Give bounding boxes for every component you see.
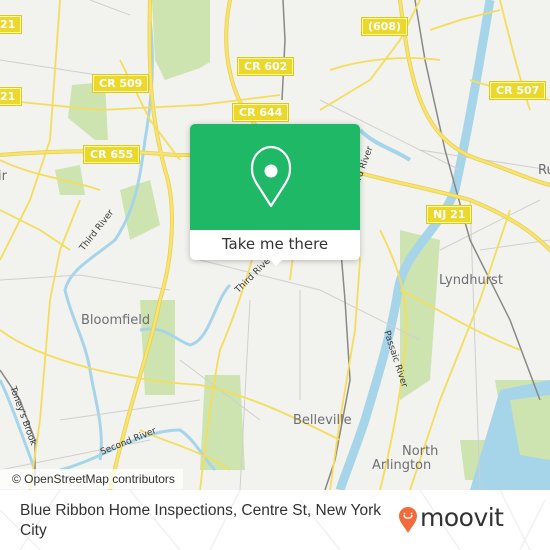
road-shield-cr-509: CR 509 — [91, 74, 150, 93]
road-shield-608: (608) — [360, 17, 409, 36]
moovit-pin-icon — [399, 507, 417, 533]
road-shield-cr-655: CR 655 — [82, 145, 141, 164]
place-label-ir: ir — [0, 169, 7, 184]
take-me-there-popup[interactable]: Take me there — [190, 124, 360, 266]
popup-pointer — [268, 258, 284, 266]
road-shield-cr-644: CR 644 — [231, 103, 290, 122]
place-label-belleville: Belleville — [293, 413, 352, 428]
road-shield-cr-602: CR 602 — [236, 57, 295, 76]
footer: Blue Ribbon Home Inspections, Centre St,… — [0, 490, 550, 550]
road-shield-21-mid: 21 — [0, 87, 23, 106]
map[interactable]: CR 602 (608) CR 509 21 21 CR 644 CR 507 … — [0, 0, 550, 490]
place-label-lyndhurst: Lyndhurst — [439, 273, 503, 288]
popup-header[interactable] — [190, 124, 360, 230]
location-pin-icon — [250, 145, 292, 208]
place-label-north: North — [402, 444, 439, 459]
road-shield-cr-507: CR 507 — [488, 81, 547, 100]
road-shield-21-top: 21 — [0, 15, 23, 34]
place-label-arlington: Arlington — [372, 458, 432, 473]
take-me-there-button[interactable]: Take me there — [190, 230, 360, 260]
moovit-wordmark: moovit — [420, 503, 504, 532]
place-label-bloomfield: Bloomfield — [81, 313, 151, 328]
road-shield-nj-21: NJ 21 — [425, 205, 473, 224]
place-label-ru: Ru — [538, 163, 550, 178]
map-attribution[interactable]: © OpenStreetMap contributors — [0, 469, 183, 489]
place-title: Blue Ribbon Home Inspections, Centre St,… — [20, 502, 381, 539]
